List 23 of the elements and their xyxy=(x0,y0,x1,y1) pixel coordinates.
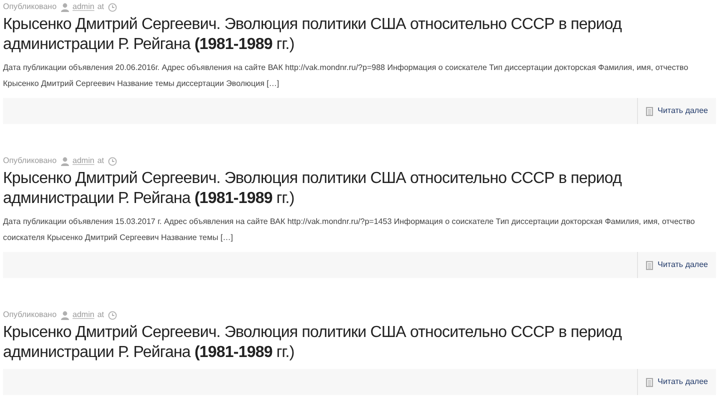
clock-icon xyxy=(108,310,117,320)
post-title[interactable]: Крысенко Дмитрий Сергеевич. Эволюция политики США относительно СССР в период администрации Р. Рейгана (1981-1989 гг.) xyxy=(3,15,716,55)
post-title[interactable]: Крысенко Дмитрий Сергеевич. Эволюция политики США относительно СССР в период администрации Р. Рейгана (1981-1989 гг.) xyxy=(3,323,716,363)
post-excerpt: Дата публикации объявления 20.06.2016г. Адрес объявления на сайте ВАК http://vak.mondnr.ru/?p=988 Информация о соискателе Тип диссертации докторская Фамилия, имя, отчество Крысенко Дмитрий Сергеевич Название темы диссертации Эволюция […] xyxy=(3,62,690,90)
published-label: Опубликовано xyxy=(3,155,57,167)
clock-icon xyxy=(108,156,117,166)
published-label: Опубликовано xyxy=(3,309,57,321)
document-icon xyxy=(646,260,653,270)
at-label: at xyxy=(97,309,104,321)
user-icon xyxy=(60,310,69,320)
post-excerpt: Дата публикации объявления 15.03.2017 г. Адрес объявления на сайте ВАК http://vak.mondnr.ru/?p=1453 Информация о соискателе Тип диссертации докторская Фамилия, имя, отчество соискателя Крысенко Дмитрий Сергеевич Название темы […] xyxy=(3,216,696,244)
published-label: Опубликовано xyxy=(3,1,57,13)
read-more-link[interactable]: Читать далее xyxy=(636,252,716,278)
read-more-link[interactable]: Читать далее xyxy=(636,98,716,124)
document-icon xyxy=(646,378,653,386)
at-label: at xyxy=(97,155,104,167)
user-icon xyxy=(60,156,69,166)
post-title[interactable]: Крысенко Дмитрий Сергеевич. Эволюция политики США относительно СССР в период администрации Р. Рейгана (1981-1989 гг.) xyxy=(3,169,716,209)
at-label: at xyxy=(97,1,104,13)
document-icon xyxy=(646,106,653,116)
read-more-link[interactable]: Читать далее xyxy=(636,369,716,395)
clock-icon xyxy=(108,2,117,12)
user-icon xyxy=(60,2,69,12)
